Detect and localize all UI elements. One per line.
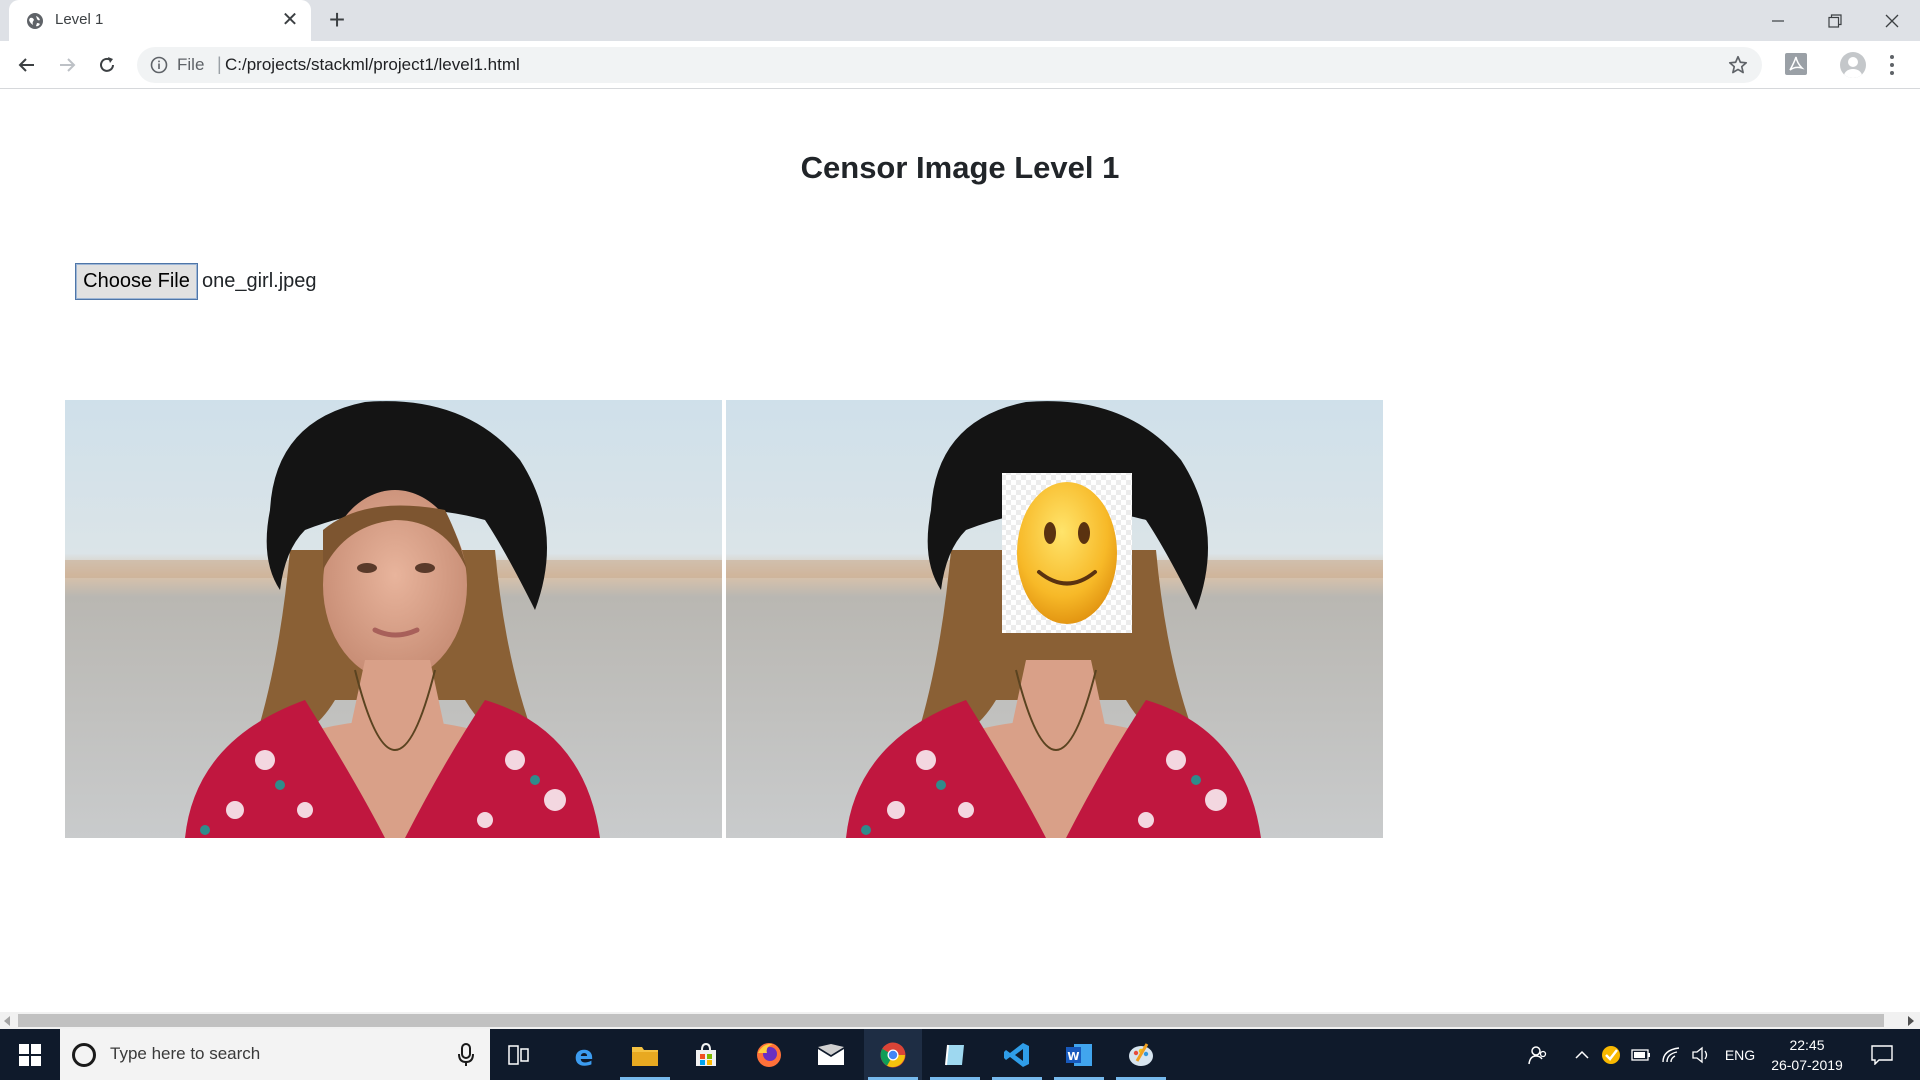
windows-taskbar: Type here to search e W ENG 22:45 26-07-… — [0, 1029, 1920, 1080]
page-content: Censor Image Level 1 Choose File one_gir… — [0, 90, 1920, 1010]
bookmark-star-icon[interactable] — [1727, 54, 1749, 76]
microsoft-store-icon[interactable] — [677, 1029, 735, 1080]
svg-text:W: W — [1067, 1050, 1079, 1063]
selected-file-name: one_girl.jpeg — [202, 270, 317, 292]
svg-text:e: e — [575, 1041, 594, 1069]
scroll-left-arrow-icon[interactable] — [4, 1016, 10, 1026]
people-icon[interactable] — [1520, 1029, 1556, 1080]
window-close-icon[interactable] — [1863, 0, 1920, 41]
page-title: Censor Image Level 1 — [800, 150, 1120, 185]
scrollbar-thumb[interactable] — [18, 1014, 1884, 1027]
url-text[interactable]: C:/projects/stackml/project1/level1.html — [225, 55, 520, 75]
browser-tab[interactable]: Level 1 ✕ — [9, 0, 311, 41]
globe-icon — [27, 13, 43, 29]
action-center-icon[interactable] — [1862, 1029, 1902, 1080]
smiley-face-icon — [1002, 473, 1132, 633]
mail-icon[interactable] — [802, 1029, 860, 1080]
browser-menu-icon[interactable] — [1881, 53, 1903, 77]
edge-browser-icon[interactable]: e — [555, 1029, 613, 1080]
windows-start-icon[interactable] — [0, 1029, 60, 1080]
profile-avatar-icon[interactable] — [1840, 52, 1866, 78]
back-arrow-icon[interactable] — [11, 49, 43, 81]
tab-close-icon[interactable]: ✕ — [279, 9, 301, 31]
paint-app-icon[interactable] — [1112, 1029, 1170, 1080]
vscode-icon[interactable] — [988, 1029, 1046, 1080]
censored-photo — [726, 400, 1383, 838]
notepad-app-icon[interactable] — [926, 1029, 984, 1080]
taskbar-clock[interactable]: 22:45 26-07-2019 — [1762, 1035, 1852, 1075]
file-explorer-icon[interactable] — [616, 1029, 674, 1080]
microphone-icon[interactable] — [456, 1043, 476, 1067]
show-hidden-icons-chevron-icon[interactable] — [1570, 1029, 1594, 1080]
search-placeholder: Type here to search — [110, 1044, 261, 1063]
info-icon[interactable] — [150, 56, 168, 74]
reload-icon[interactable] — [91, 49, 123, 81]
norton-icon[interactable] — [1598, 1029, 1624, 1080]
forward-arrow-icon[interactable] — [51, 49, 83, 81]
horizontal-scrollbar[interactable] — [0, 1012, 1920, 1029]
window-restore-icon[interactable] — [1806, 0, 1863, 41]
window-minimize-icon[interactable] — [1749, 0, 1806, 41]
chrome-icon[interactable] — [864, 1029, 922, 1080]
word-icon[interactable]: W — [1050, 1029, 1108, 1080]
language-indicator[interactable]: ENG — [1722, 1029, 1758, 1080]
scroll-right-arrow-icon[interactable] — [1908, 1016, 1914, 1026]
pdf-extension-icon[interactable] — [1785, 53, 1807, 75]
firefox-icon[interactable] — [740, 1029, 798, 1080]
browser-toolbar: File | C:/projects/stackml/project1/leve… — [0, 41, 1920, 89]
wifi-icon[interactable] — [1658, 1029, 1684, 1080]
cortana-circle-icon — [72, 1043, 96, 1067]
new-tab-icon[interactable]: + — [322, 6, 352, 36]
clock-time: 22:45 — [1789, 1037, 1825, 1053]
tab-title: Level 1 — [55, 11, 104, 28]
browser-tab-strip: Level 1 ✕ + — [0, 0, 1920, 41]
clock-date: 26-07-2019 — [1771, 1057, 1843, 1073]
original-photo — [65, 400, 722, 838]
task-view-icon[interactable] — [490, 1029, 548, 1080]
url-scheme-label: File — [177, 55, 205, 74]
taskbar-search-box[interactable]: Type here to search — [60, 1029, 490, 1080]
url-separator: | — [217, 54, 222, 74]
battery-icon[interactable] — [1628, 1029, 1654, 1080]
address-bar[interactable]: File | C:/projects/stackml/project1/leve… — [137, 47, 1762, 83]
volume-icon[interactable] — [1688, 1029, 1714, 1080]
choose-file-button[interactable]: Choose File — [75, 263, 198, 300]
